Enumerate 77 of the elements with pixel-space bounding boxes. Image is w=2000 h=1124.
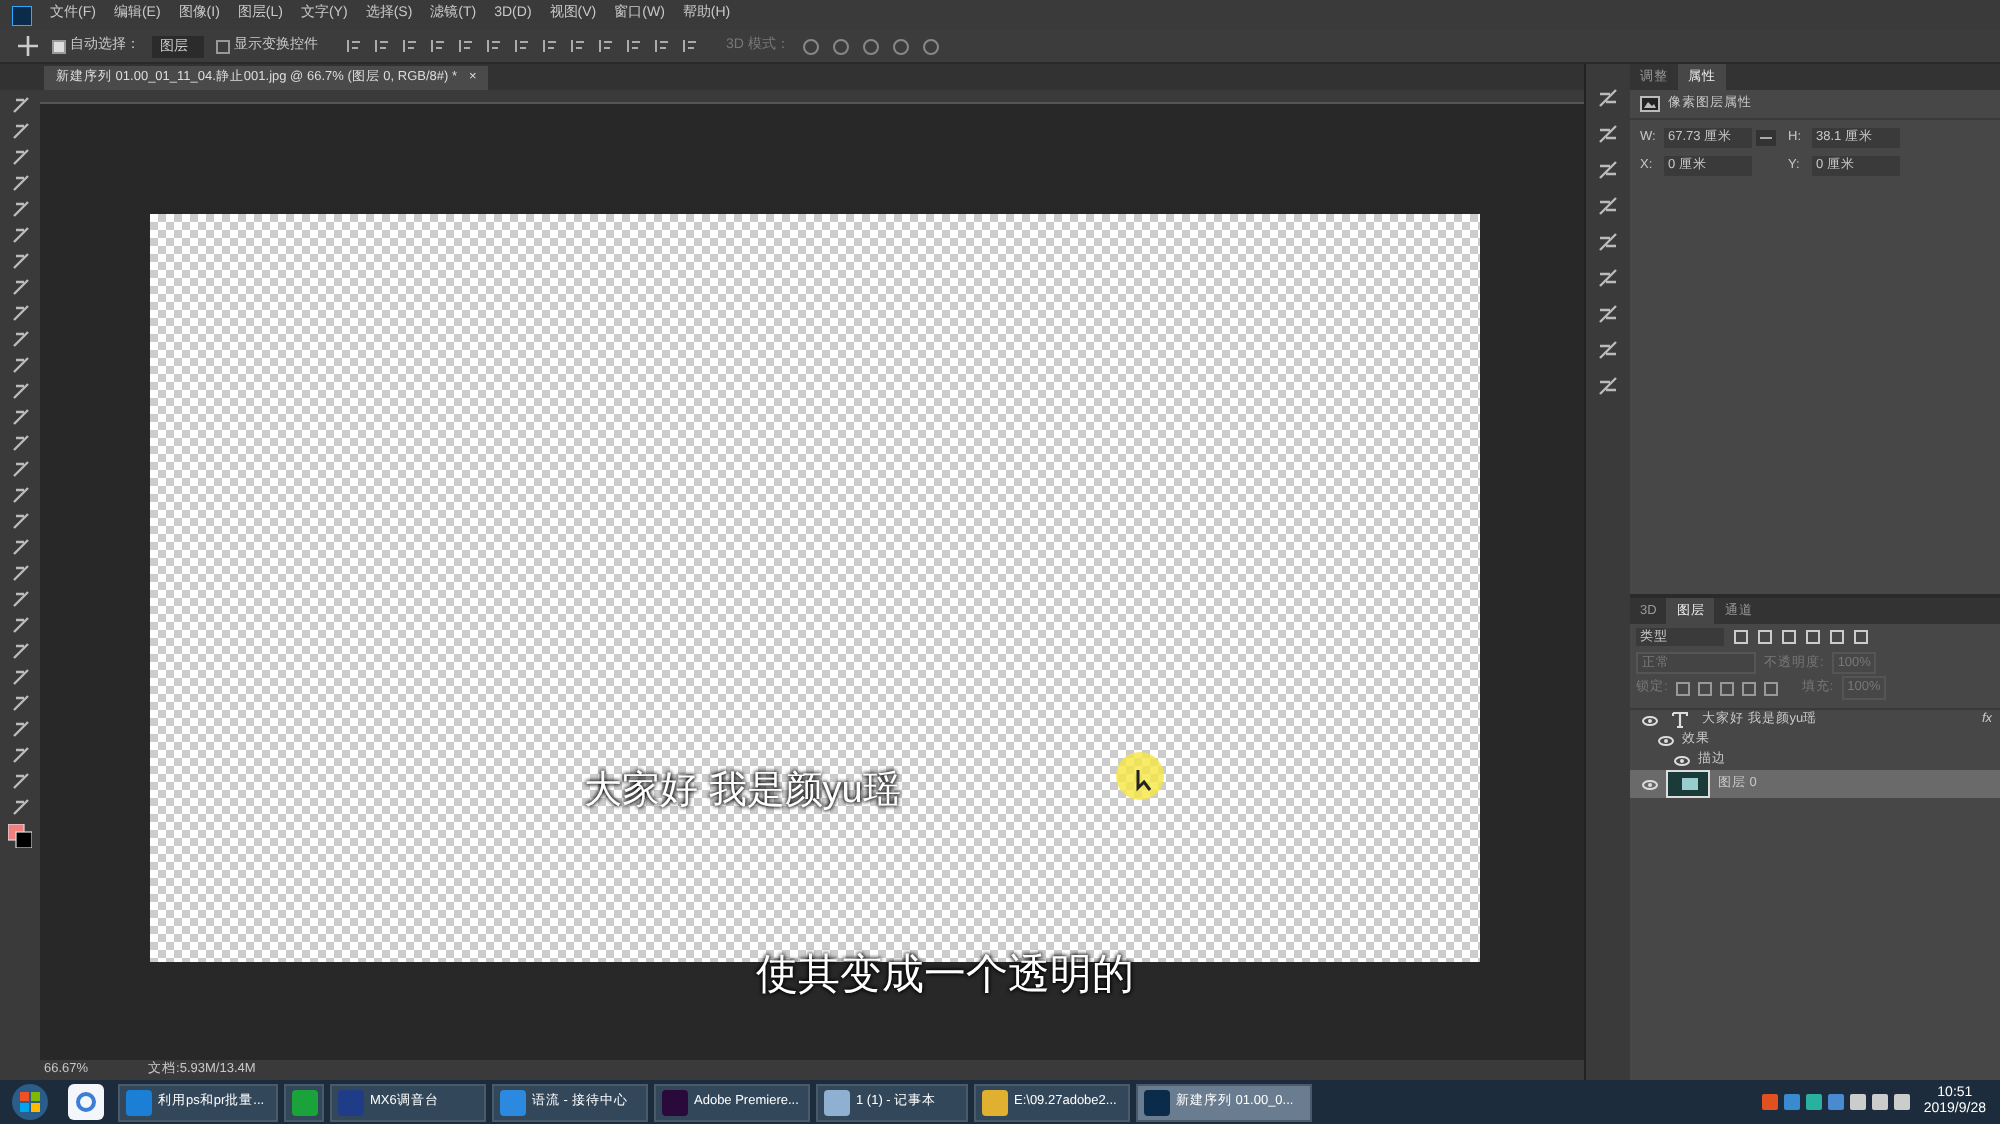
tool-icon[interactable] (11, 538, 29, 556)
app-icon (662, 1089, 688, 1115)
align-icon[interactable] (514, 38, 530, 54)
panel-icon[interactable] (1598, 88, 1618, 108)
app-icon (824, 1089, 850, 1115)
tool-icon[interactable] (11, 668, 29, 686)
app-icon (126, 1089, 152, 1115)
tool-icon[interactable] (11, 616, 29, 634)
align-icon[interactable] (374, 38, 390, 54)
taskbar-button[interactable] (284, 1083, 324, 1121)
tool-icon[interactable] (11, 694, 29, 712)
panel-icon[interactable] (1598, 160, 1618, 180)
panel-icon[interactable] (1598, 376, 1618, 396)
color-swatch-icon[interactable] (8, 824, 32, 848)
tool-icon[interactable] (11, 408, 29, 426)
align-icon[interactable] (654, 38, 670, 54)
tool-icon[interactable] (11, 746, 29, 764)
tool-icon[interactable] (11, 772, 29, 790)
move-tool-icon[interactable] (16, 36, 40, 56)
tool-icon[interactable] (11, 226, 29, 244)
tool-icon[interactable] (11, 642, 29, 660)
tool-icon[interactable] (11, 252, 29, 270)
app-icon (338, 1089, 364, 1115)
tool-icon[interactable] (11, 720, 29, 738)
subtitle: 使其变成一个透明的 (756, 949, 1134, 1002)
tool-icon[interactable] (11, 174, 29, 192)
tool-icon[interactable] (11, 434, 29, 452)
panel-icon[interactable] (1598, 340, 1618, 360)
align-icon[interactable] (626, 38, 642, 54)
align-icon[interactable] (682, 38, 698, 54)
panel-icon[interactable] (1598, 196, 1618, 216)
tool-icon[interactable] (11, 278, 29, 296)
tool-icon[interactable] (11, 798, 29, 816)
align-icon[interactable] (542, 38, 558, 54)
tool-icon[interactable] (11, 356, 29, 374)
layer-thumbnail-icon (1666, 770, 1710, 798)
panel-icon[interactable] (1598, 304, 1618, 324)
tool-icon[interactable] (11, 564, 29, 582)
align-icon[interactable] (570, 38, 586, 54)
eye-icon[interactable] (1674, 755, 1690, 765)
align-icon[interactable] (598, 38, 614, 54)
tool-icon[interactable] (11, 382, 29, 400)
app-icon (292, 1089, 318, 1115)
align-icon[interactable] (346, 38, 362, 54)
align-icon[interactable] (430, 38, 446, 54)
tool-icon[interactable] (11, 304, 29, 322)
subtitle: 大家好 我是颜yu瑶 (584, 766, 901, 817)
tool-icon[interactable] (11, 148, 29, 166)
panel-icon[interactable] (1598, 232, 1618, 252)
cloud-app-icon[interactable] (68, 1084, 104, 1120)
eye-icon[interactable] (1642, 779, 1658, 789)
tool-icon[interactable] (11, 486, 29, 504)
image-icon (1640, 96, 1660, 112)
app-icon (982, 1089, 1008, 1115)
app-icon (1144, 1089, 1170, 1115)
app-icon (500, 1089, 526, 1115)
tool-icon[interactable] (11, 512, 29, 530)
align-icon[interactable] (458, 38, 474, 54)
show-transform-checkbox[interactable] (216, 39, 230, 53)
tool-icon[interactable] (11, 460, 29, 478)
tool-icon[interactable] (11, 96, 29, 114)
app-logo-icon (12, 5, 32, 25)
link-icon[interactable] (1756, 130, 1776, 146)
align-icon[interactable] (486, 38, 502, 54)
tool-icon[interactable] (11, 590, 29, 608)
cursor-highlight-icon (1114, 750, 1166, 802)
eye-icon[interactable] (1658, 735, 1674, 745)
align-icon[interactable] (402, 38, 418, 54)
panel-icon[interactable] (1598, 124, 1618, 144)
panel-icon[interactable] (1598, 268, 1618, 288)
tool-icon[interactable] (11, 200, 29, 218)
text-layer-icon (1672, 712, 1688, 728)
eye-icon[interactable] (1642, 715, 1658, 725)
start-button-icon[interactable] (10, 1082, 50, 1122)
tool-icon[interactable] (11, 330, 29, 348)
auto-select-checkbox[interactable] (52, 39, 66, 53)
tool-icon[interactable] (11, 122, 29, 140)
